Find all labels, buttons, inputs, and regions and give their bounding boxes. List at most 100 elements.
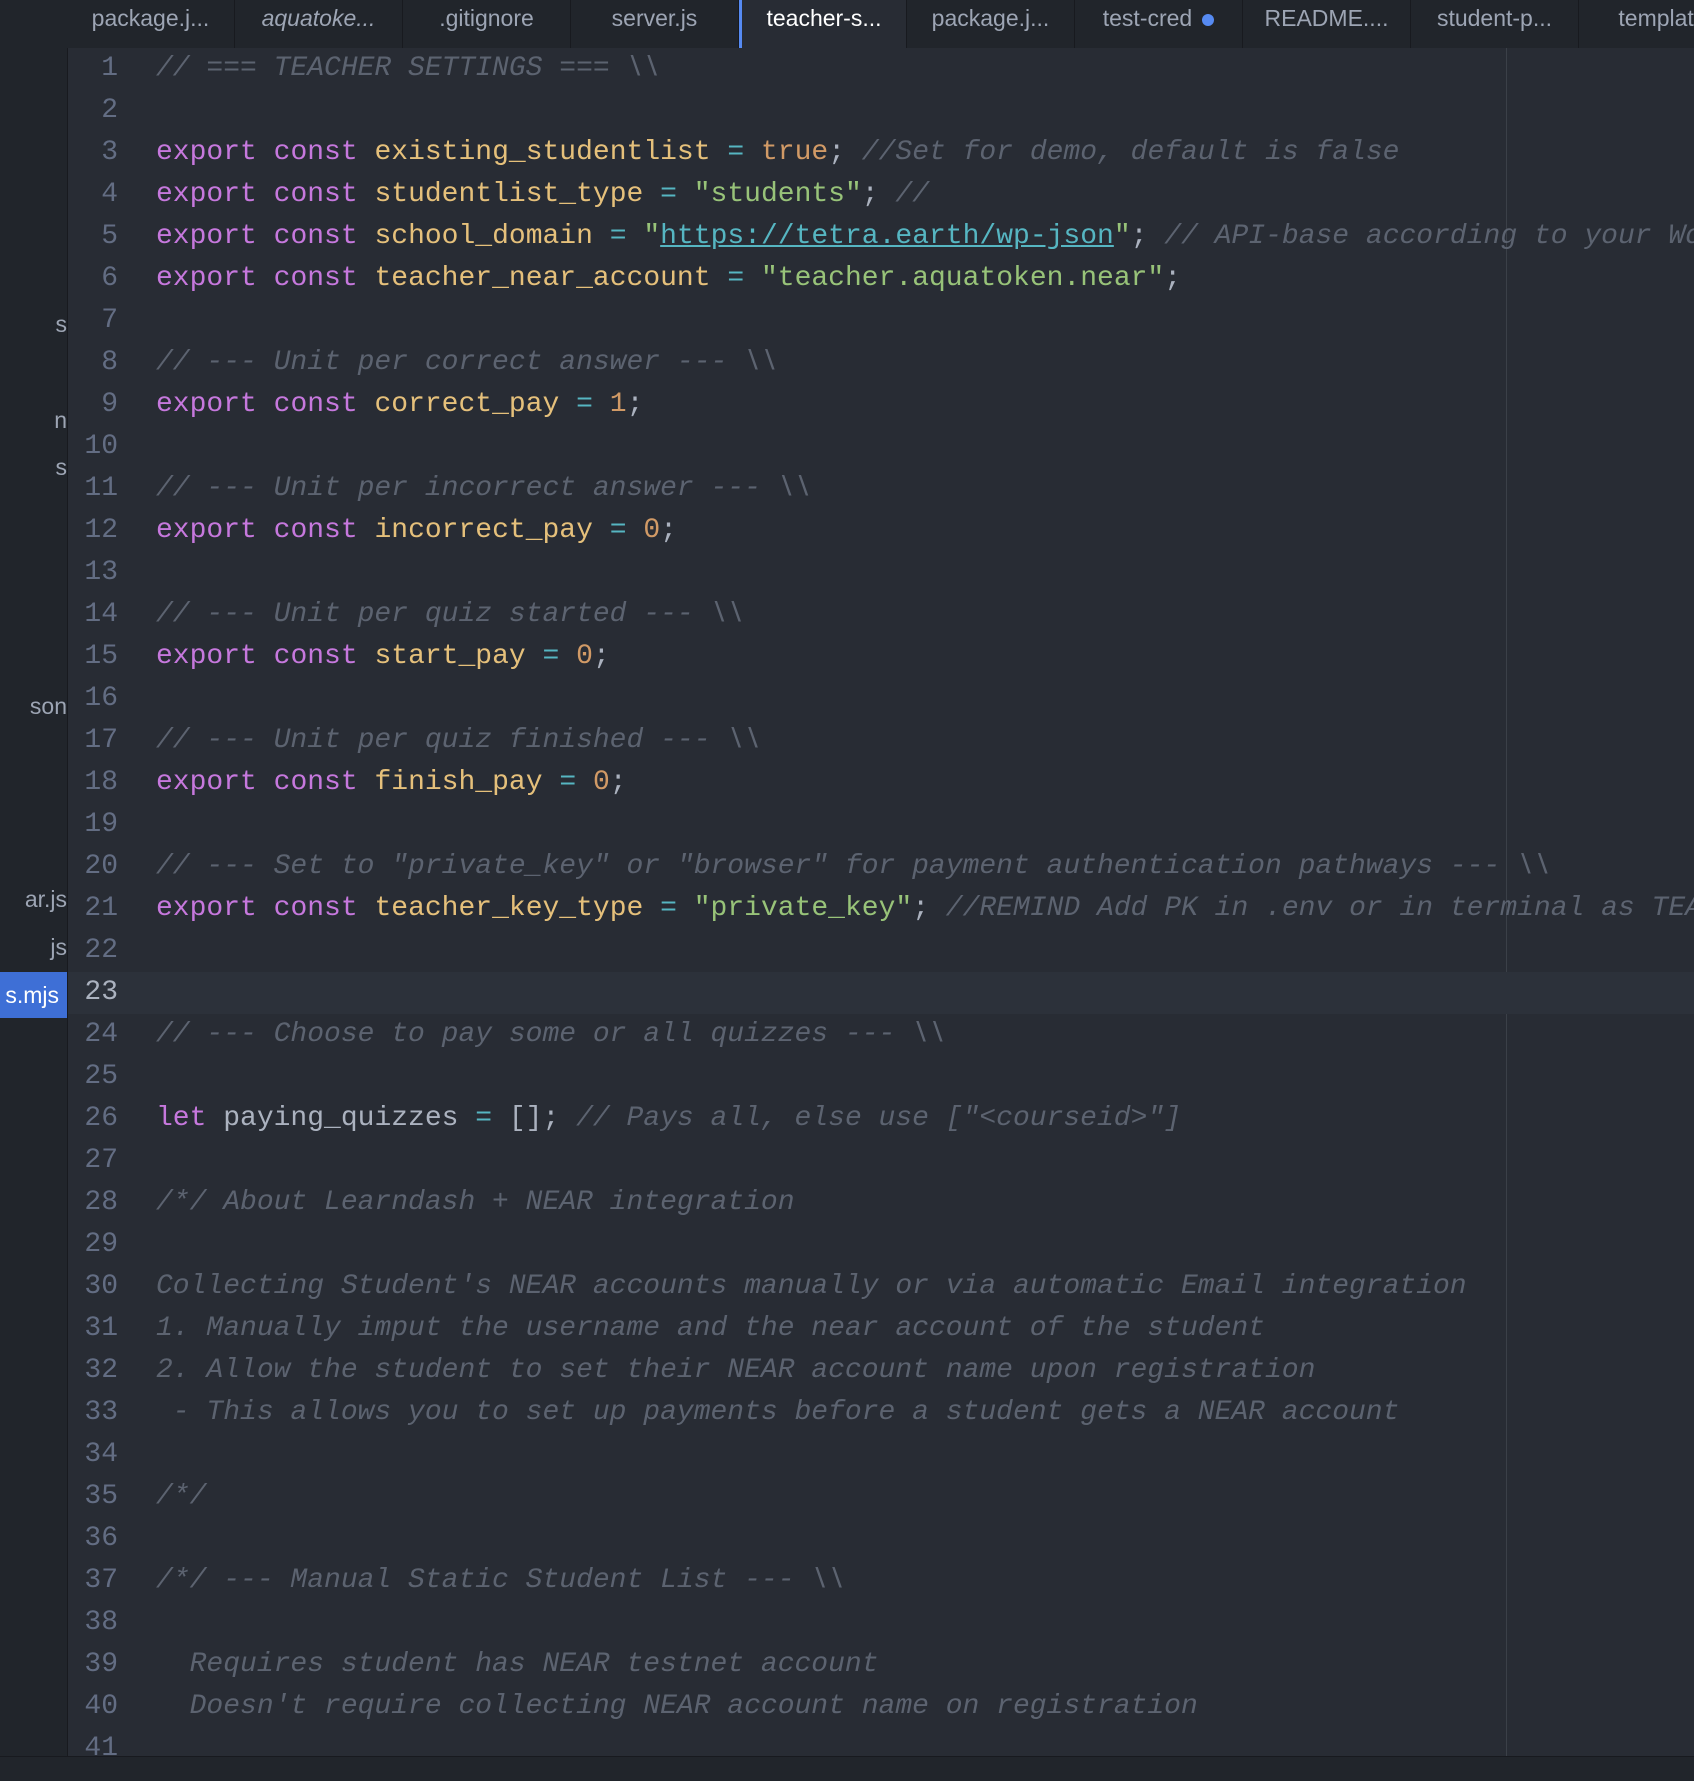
code-line[interactable]: 39 Requires student has NEAR testnet acc… — [68, 1644, 1694, 1686]
code-line[interactable]: 13 — [68, 552, 1694, 594]
tree-item[interactable]: ar.js — [0, 876, 67, 922]
code-token: /*/ About Learndash + NEAR integration — [156, 1187, 795, 1218]
code-token: // --- Unit per incorrect answer --- \\ — [156, 473, 812, 504]
code-token: export — [156, 389, 257, 420]
code-line[interactable]: 33 - This allows you to set up payments … — [68, 1392, 1694, 1434]
code-line[interactable]: 30 Collecting Student's NEAR accounts man… — [68, 1266, 1694, 1308]
line-number: 28 — [84, 1187, 118, 1218]
line-number: 15 — [84, 641, 118, 672]
code-line[interactable]: 23 — [68, 972, 1694, 1014]
tab[interactable]: aquatoke... — [235, 0, 403, 48]
tab[interactable]: package.j... — [67, 0, 235, 48]
code-token: export — [156, 767, 257, 798]
code-line[interactable]: 26 let paying_quizzes = []; // Pays all, … — [68, 1098, 1694, 1140]
code-line[interactable]: 4 export const studentlist_type = "studen… — [68, 174, 1694, 216]
code-line[interactable]: 27 — [68, 1140, 1694, 1182]
tab[interactable]: server.js — [571, 0, 739, 48]
tree-item[interactable]: s — [0, 444, 68, 490]
code-line[interactable]: 32 2. Allow the student to set their NEAR… — [68, 1350, 1694, 1392]
code-line[interactable]: 10 — [68, 426, 1694, 468]
tab[interactable]: .gitignore — [403, 0, 571, 48]
tree-item-label: son — [29, 693, 67, 719]
code-token: " — [1113, 221, 1131, 252]
code-line[interactable]: 2 — [68, 90, 1694, 132]
code-line[interactable]: 38 — [68, 1602, 1694, 1644]
code-line[interactable]: 6 export const teacher_near_account = "te… — [68, 258, 1694, 300]
line-number: 4 — [101, 179, 118, 210]
line-number: 37 — [84, 1565, 118, 1596]
code-line[interactable]: 3 export const existing_studentlist = tru… — [68, 132, 1694, 174]
tab[interactable]: README.... — [1243, 0, 1411, 48]
code-token: []; — [492, 1103, 577, 1134]
line-number: 33 — [84, 1397, 118, 1428]
file-tree-sidebar: s n s son ar.js js s.mjs — [0, 0, 68, 1780]
tab[interactable]: template — [1579, 0, 1694, 48]
code-text: Doesn't require collecting NEAR account … — [156, 1686, 1198, 1728]
code-text: export const school_domain = "https://te… — [156, 216, 1694, 258]
code-text: export const finish_pay = 0; — [156, 762, 627, 804]
code-token: = — [609, 221, 627, 252]
code-line[interactable]: 5 export const school_domain = "https://t… — [68, 216, 1694, 258]
code-line[interactable]: 41 — [68, 1728, 1694, 1756]
tab-active[interactable]: teacher-s... — [739, 0, 907, 48]
code-line[interactable]: 24 // --- Choose to pay some or all quizz… — [68, 1014, 1694, 1056]
line-number: 36 — [84, 1523, 118, 1554]
code-line[interactable]: 25 — [68, 1056, 1694, 1098]
line-number: 2 — [101, 95, 118, 126]
code-token: Collecting Student's NEAR accounts manua… — [156, 1271, 1467, 1302]
code-token: = — [609, 515, 627, 546]
line-number: 41 — [84, 1733, 118, 1756]
code-line[interactable]: 15 export const start_pay = 0; — [68, 636, 1694, 678]
code-line[interactable]: 16 — [68, 678, 1694, 720]
code-line[interactable]: 11 // --- Unit per incorrect answer --- \… — [68, 468, 1694, 510]
code-line[interactable]: 21 export const teacher_key_type = "priva… — [68, 888, 1694, 930]
tab-label: teacher-s... — [766, 5, 882, 31]
code-line[interactable]: 22 — [68, 930, 1694, 972]
tab[interactable]: package.j... — [907, 0, 1075, 48]
tab[interactable]: student-p... — [1411, 0, 1579, 48]
code-text: export const studentlist_type = "student… — [156, 174, 929, 216]
tree-item[interactable]: n — [0, 397, 67, 443]
code-line[interactable]: 17 // --- Unit per quiz finished --- \\ — [68, 720, 1694, 762]
tree-item-label: n — [54, 407, 67, 433]
code-line[interactable]: 7 — [68, 300, 1694, 342]
code-text: // --- Unit per quiz started --- \\ — [156, 594, 744, 636]
code-line[interactable]: 35 /*/ — [68, 1476, 1694, 1518]
code-line[interactable]: 40 Doesn't require collecting NEAR accou… — [68, 1686, 1694, 1728]
code-text: export const incorrect_pay = 0; — [156, 510, 677, 552]
code-line[interactable]: 36 — [68, 1518, 1694, 1560]
tab[interactable]: test-cred — [1075, 0, 1243, 48]
code-editor[interactable]: 1// === TEACHER SETTINGS === \\ 2 3 export … — [68, 48, 1694, 1756]
code-line[interactable]: 9 export const correct_pay = 1; — [68, 384, 1694, 426]
tree-item-selected[interactable]: s.mjs — [0, 972, 67, 1018]
code-token: = — [660, 893, 677, 924]
code-line[interactable]: 29 — [68, 1224, 1694, 1266]
code-line[interactable]: 1 // === TEACHER SETTINGS === \\ — [68, 48, 1694, 90]
code-line[interactable]: 8 // --- Unit per correct answer --- \\ — [68, 342, 1694, 384]
code-line[interactable]: 20 // --- Set to "private_key" or "browse… — [68, 846, 1694, 888]
code-token: "teacher.aquatoken.near" — [760, 263, 1165, 294]
tree-item[interactable]: s — [0, 301, 68, 347]
line-number: 13 — [84, 557, 118, 588]
code-line[interactable]: 19 — [68, 804, 1694, 846]
code-line[interactable]: 28 /*/ About Learndash + NEAR integration — [68, 1182, 1694, 1224]
code-token: " — [643, 221, 661, 252]
code-line[interactable]: 34 — [68, 1434, 1694, 1476]
tree-item[interactable]: js — [0, 924, 67, 970]
code-line[interactable]: 12 export const incorrect_pay = 0; — [68, 510, 1694, 552]
code-token[interactable]: https://tetra.earth/wp-json — [660, 221, 1114, 252]
code-line[interactable]: 18 export const finish_pay = 0; — [68, 762, 1694, 804]
code-line[interactable]: 31 1. Manually imput the username and the… — [68, 1308, 1694, 1350]
code-token: export — [156, 263, 257, 294]
code-line[interactable]: 37 /*/ --- Manual Static Student List ---… — [68, 1560, 1694, 1602]
code-token: // Pays all, else use ["<courseid>"] — [576, 1103, 1181, 1134]
code-line[interactable]: 14 // --- Unit per quiz started --- \\ — [68, 594, 1694, 636]
tree-item[interactable]: son — [0, 683, 67, 729]
